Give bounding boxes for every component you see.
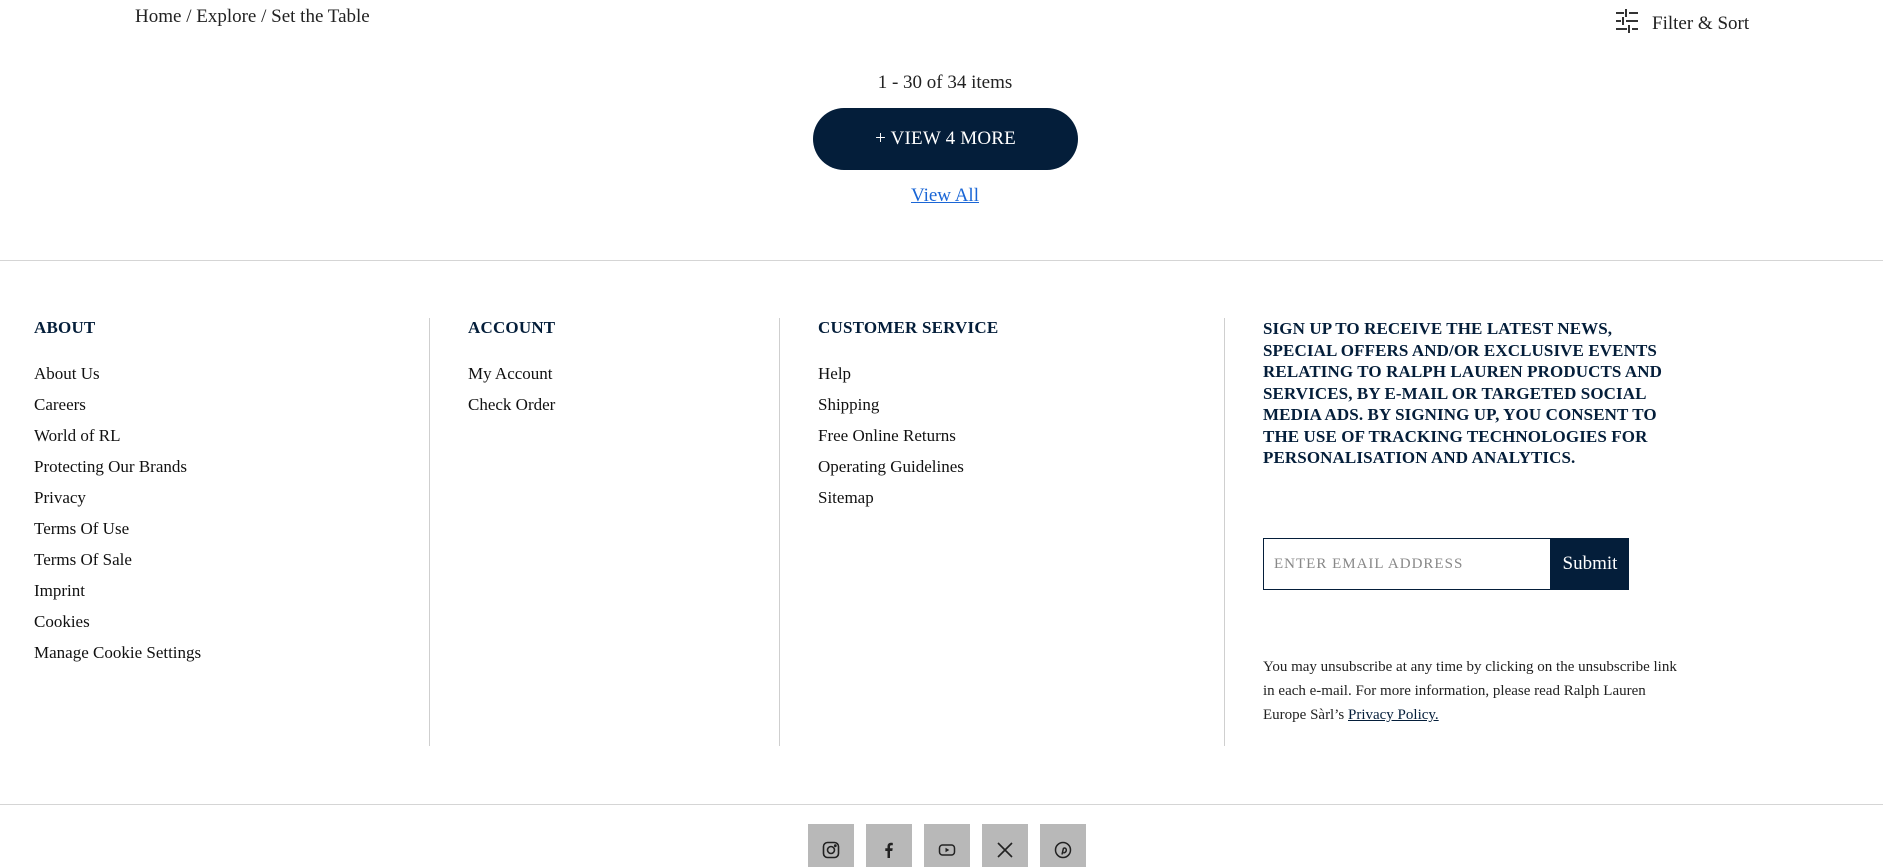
footer-link-my-account[interactable]: My Account — [468, 364, 553, 383]
newsletter-heading: SIGN UP TO RECEIVE THE LATEST NEWS, SPEC… — [1263, 319, 1663, 467]
footer-account-column: ACCOUNT My Account Check Order — [468, 318, 555, 420]
view-all-wrapper: View All — [0, 185, 1883, 207]
column-divider — [1224, 318, 1225, 746]
breadcrumb-home[interactable]: Home — [135, 6, 181, 27]
facebook-icon — [885, 842, 893, 858]
instagram-icon — [822, 841, 840, 859]
breadcrumb-explore[interactable]: Explore — [196, 6, 256, 27]
footer-customer-service-heading: CUSTOMER SERVICE — [818, 318, 999, 337]
footer-about-column: ABOUT About Us Careers World of RL Prote… — [34, 318, 201, 668]
footer-link-protecting-brands[interactable]: Protecting Our Brands — [34, 457, 187, 476]
view-more-button[interactable]: + VIEW 4 MORE — [813, 108, 1078, 170]
footer-about-heading: ABOUT — [34, 318, 96, 337]
x-twitter-icon — [997, 842, 1013, 858]
filter-sort-button[interactable]: Filter & Sort — [1614, 8, 1749, 40]
email-input[interactable] — [1263, 538, 1551, 590]
footer-link-terms-of-sale[interactable]: Terms Of Sale — [34, 550, 132, 569]
newsletter-signup: SIGN UP TO RECEIVE THE LATEST NEWS, SPEC… — [1263, 318, 1683, 469]
footer-link-sitemap[interactable]: Sitemap — [818, 488, 874, 507]
privacy-policy-link[interactable]: Privacy Policy. — [1348, 707, 1439, 723]
pinterest-icon — [1054, 841, 1072, 859]
footer-divider — [0, 260, 1883, 261]
view-all-link[interactable]: View All — [911, 185, 979, 206]
footer-link-help[interactable]: Help — [818, 364, 851, 383]
instagram-link[interactable] — [808, 824, 854, 867]
footer-link-about-us[interactable]: About Us — [34, 364, 100, 383]
youtube-link[interactable] — [924, 824, 970, 867]
legal-text: You may unsubscribe at any time by click… — [1263, 659, 1677, 723]
footer-link-cookie-settings[interactable]: Manage Cookie Settings — [34, 643, 201, 662]
sliders-icon — [1614, 8, 1640, 40]
breadcrumb-current: Set the Table — [271, 6, 370, 27]
column-divider — [779, 318, 780, 746]
footer-link-imprint[interactable]: Imprint — [34, 581, 85, 600]
x-twitter-link[interactable] — [982, 824, 1028, 867]
footer-account-heading: ACCOUNT — [468, 318, 556, 337]
footer-link-check-order[interactable]: Check Order — [468, 395, 555, 414]
newsletter-legal: You may unsubscribe at any time by click… — [1263, 655, 1683, 727]
footer-bottom-divider — [0, 804, 1883, 805]
newsletter-form: Submit — [1263, 538, 1629, 590]
footer-link-terms-of-use[interactable]: Terms Of Use — [34, 519, 129, 538]
facebook-link[interactable] — [866, 824, 912, 867]
pinterest-link[interactable] — [1040, 824, 1086, 867]
item-count: 1 - 30 of 34 items — [877, 72, 1013, 93]
column-divider — [429, 318, 430, 746]
footer-customer-service-column: CUSTOMER SERVICE Help Shipping Free Onli… — [818, 318, 998, 513]
social-links — [808, 824, 1086, 867]
footer-link-world-of-rl[interactable]: World of RL — [34, 426, 120, 445]
footer-link-free-returns[interactable]: Free Online Returns — [818, 426, 956, 445]
youtube-icon — [938, 844, 956, 856]
filter-sort-label: Filter & Sort — [1652, 13, 1750, 34]
breadcrumb: Home / Explore / Set the Table — [135, 6, 370, 28]
breadcrumb-separator: / — [256, 6, 272, 27]
footer-link-cookies[interactable]: Cookies — [34, 612, 90, 631]
footer-link-shipping[interactable]: Shipping — [818, 395, 879, 414]
footer-link-operating-guidelines[interactable]: Operating Guidelines — [818, 457, 964, 476]
footer-link-careers[interactable]: Careers — [34, 395, 86, 414]
submit-button[interactable]: Submit — [1551, 538, 1629, 590]
breadcrumb-separator: / — [181, 6, 197, 27]
footer-link-privacy[interactable]: Privacy — [34, 488, 86, 507]
